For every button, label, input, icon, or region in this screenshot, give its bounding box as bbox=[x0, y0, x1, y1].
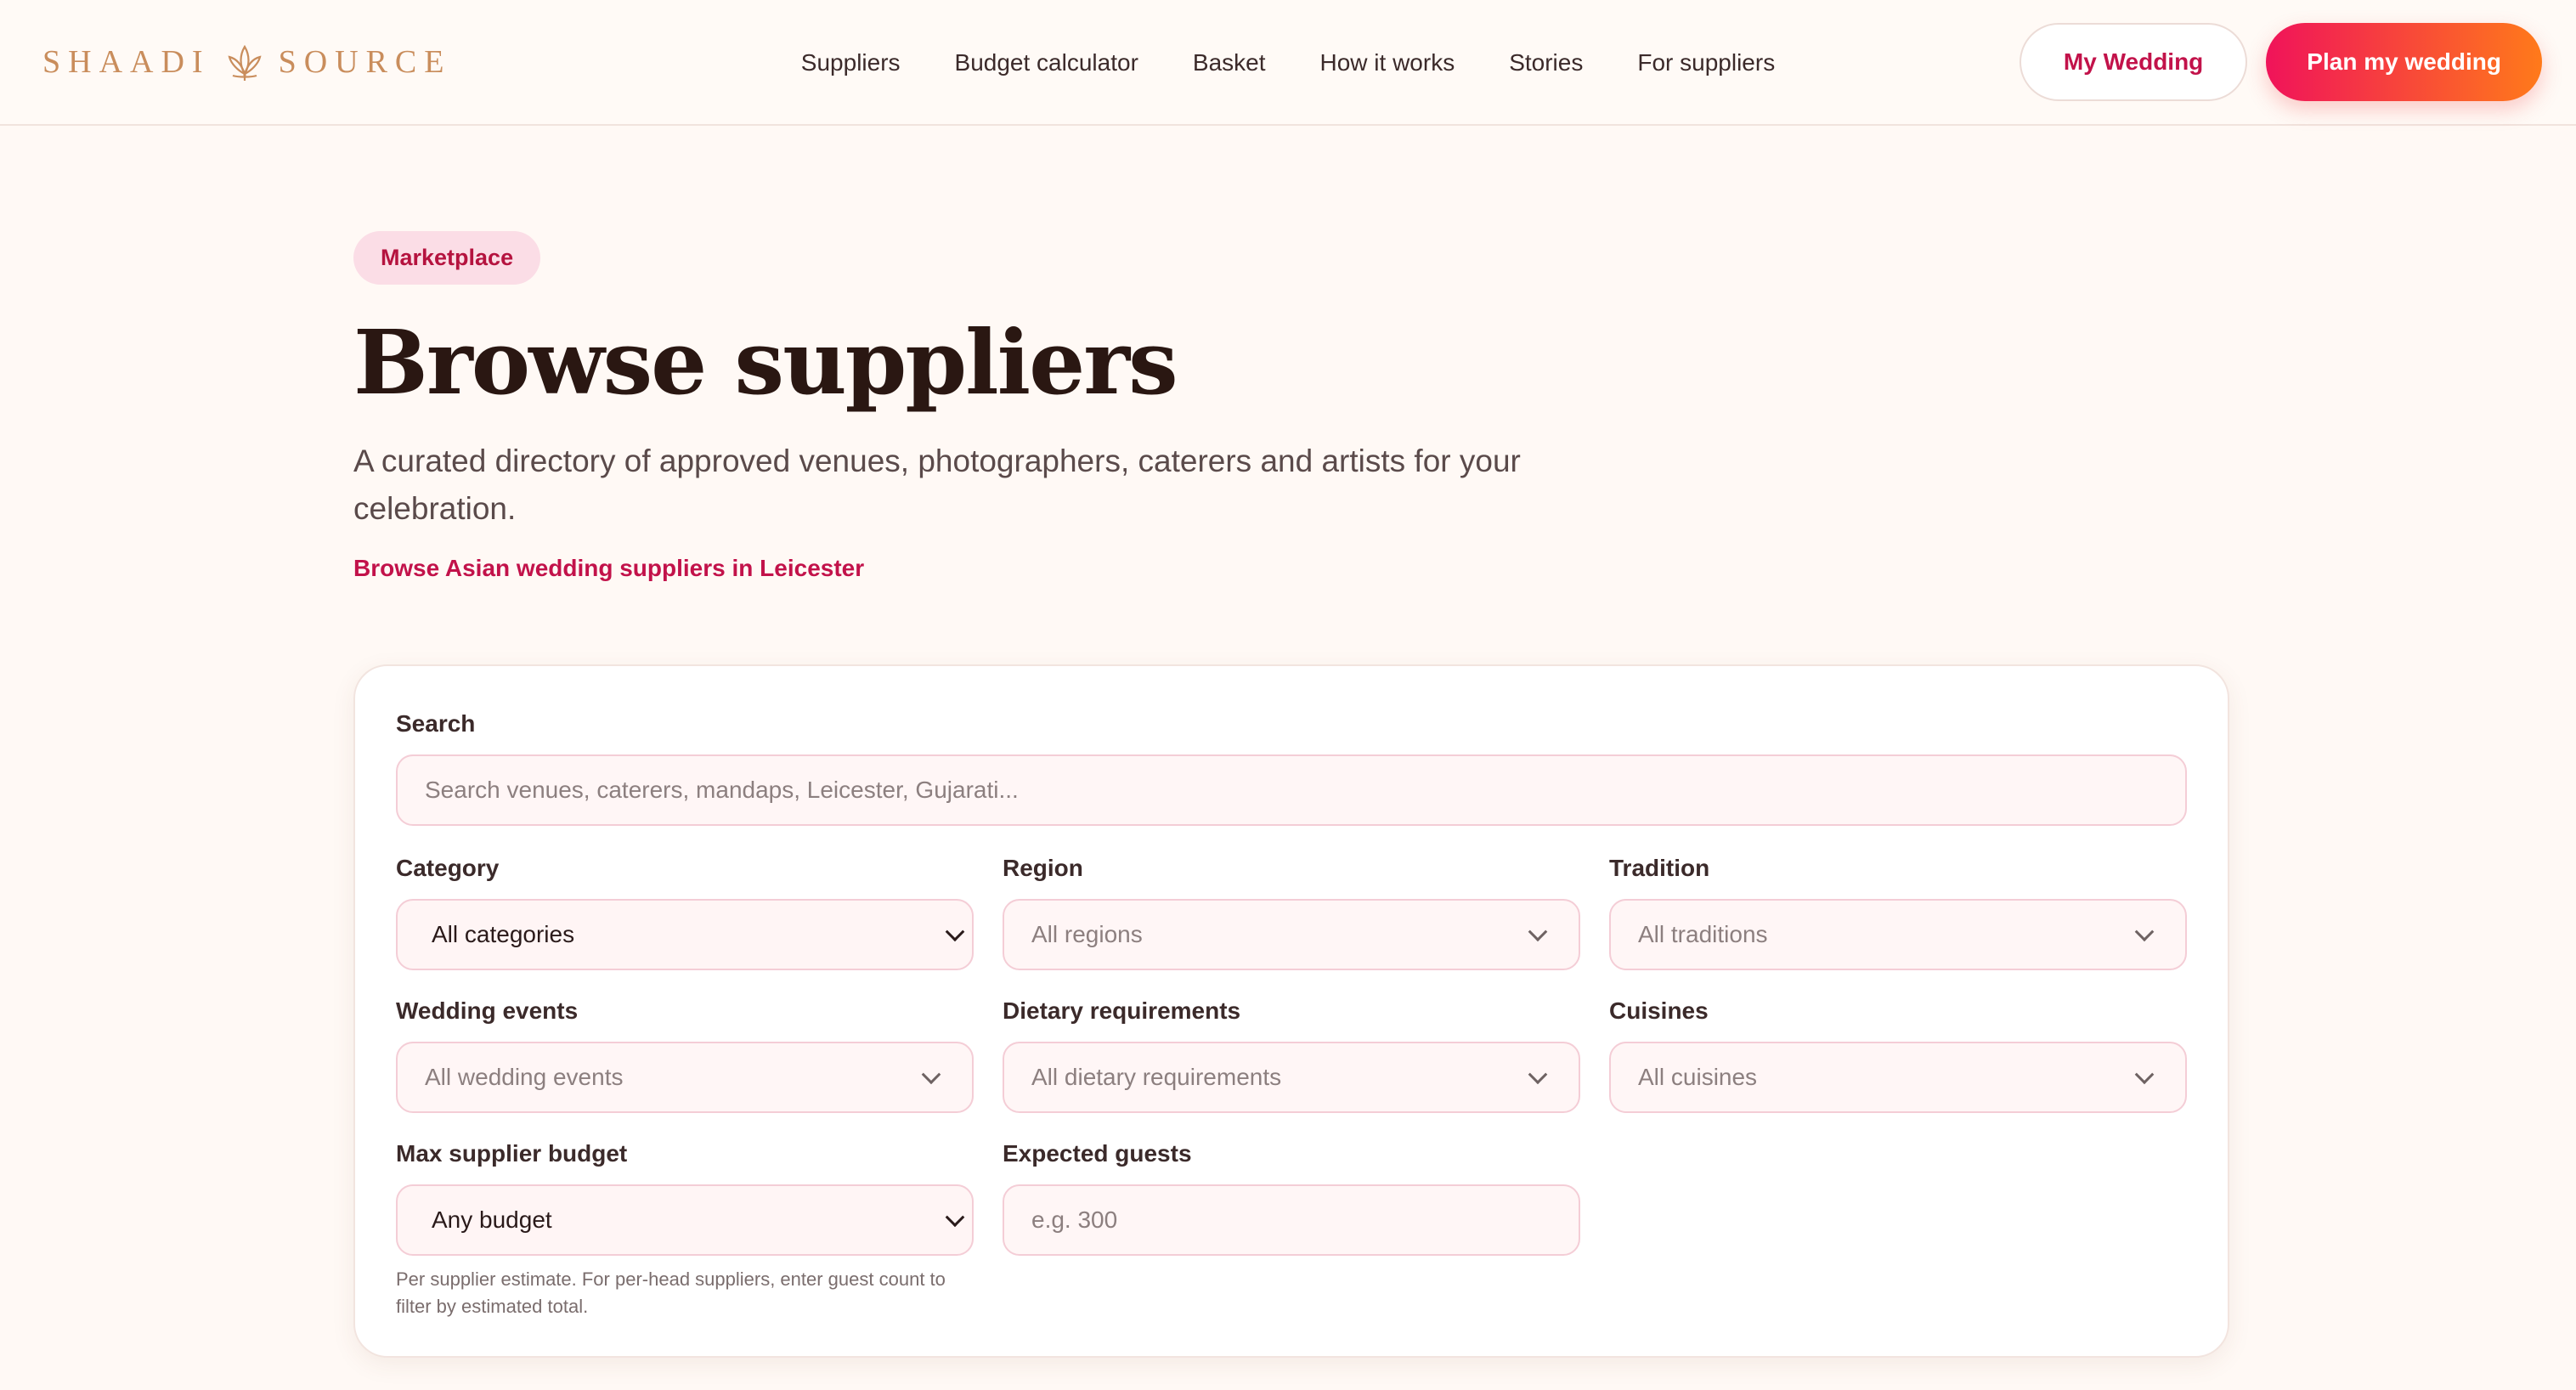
hero-section: Marketplace Browse suppliers A curated d… bbox=[353, 231, 1543, 582]
category-select[interactable]: All categories bbox=[396, 899, 974, 970]
page-title: Browse suppliers bbox=[353, 310, 1178, 415]
logo[interactable]: SHAADI SOURCE bbox=[42, 38, 451, 86]
region-group: Region All regions bbox=[1003, 855, 1580, 970]
marketplace-badge: Marketplace bbox=[353, 231, 541, 285]
nav-how-it-works[interactable]: How it works bbox=[1320, 49, 1455, 76]
budget-label: Max supplier budget bbox=[396, 1140, 628, 1167]
chevron-down-icon bbox=[945, 922, 965, 942]
filter-grid: Category All categories Region All regio… bbox=[396, 855, 2187, 1320]
wedding-events-group: Wedding events All wedding events bbox=[396, 997, 974, 1113]
search-input[interactable]: Search venues, caterers, mandaps, Leices… bbox=[396, 754, 2187, 826]
dietary-value: All dietary requirements bbox=[1031, 1064, 1282, 1090]
budget-help-text: Per supplier estimate. For per-head supp… bbox=[396, 1269, 946, 1317]
dietary-group: Dietary requirements All dietary require… bbox=[1003, 997, 1580, 1113]
filter-card: Search Search venues, caterers, mandaps,… bbox=[353, 664, 2229, 1358]
nav-budget-calculator[interactable]: Budget calculator bbox=[955, 49, 1138, 76]
region-label: Region bbox=[1003, 855, 1083, 881]
cuisines-select[interactable]: All cuisines bbox=[1609, 1042, 2187, 1113]
nav-stories[interactable]: Stories bbox=[1509, 49, 1583, 76]
chevron-down-icon bbox=[945, 1207, 965, 1228]
budget-group: Max supplier budget Any budget Per suppl… bbox=[396, 1140, 974, 1320]
chevron-down-icon bbox=[2134, 922, 2155, 942]
nav-suppliers[interactable]: Suppliers bbox=[801, 49, 901, 76]
wedding-events-value: All wedding events bbox=[425, 1064, 624, 1090]
guests-label: Expected guests bbox=[1003, 1140, 1192, 1167]
chevron-down-icon bbox=[1528, 922, 1548, 942]
logo-text-left: SHAADI bbox=[42, 44, 211, 80]
search-label: Search bbox=[396, 710, 476, 737]
nav-for-suppliers[interactable]: For suppliers bbox=[1637, 49, 1775, 76]
page: SHAADI SOURCE Suppliers Budget calculato… bbox=[0, 0, 2576, 1390]
header-actions: My Wedding Plan my wedding bbox=[2019, 23, 2542, 101]
wedding-events-label: Wedding events bbox=[396, 997, 579, 1024]
plan-my-wedding-button[interactable]: Plan my wedding bbox=[2266, 23, 2542, 101]
budget-value: Any budget bbox=[432, 1206, 552, 1233]
chevron-down-icon bbox=[921, 1065, 941, 1085]
cuisines-label: Cuisines bbox=[1609, 997, 1709, 1024]
dietary-select[interactable]: All dietary requirements bbox=[1003, 1042, 1580, 1113]
tradition-label: Tradition bbox=[1609, 855, 1710, 881]
tradition-value: All traditions bbox=[1638, 921, 1768, 947]
budget-select[interactable]: Any budget bbox=[396, 1184, 974, 1256]
site-header: SHAADI SOURCE Suppliers Budget calculato… bbox=[0, 0, 2576, 126]
category-group: Category All categories bbox=[396, 855, 974, 970]
lotus-icon bbox=[228, 44, 262, 81]
leicester-suppliers-link[interactable]: Browse Asian wedding suppliers in Leices… bbox=[353, 555, 864, 582]
page-subtitle: A curated directory of approved venues, … bbox=[353, 444, 1521, 526]
guests-group: Expected guests e.g. 300 bbox=[1003, 1140, 1580, 1320]
wedding-events-select[interactable]: All wedding events bbox=[396, 1042, 974, 1113]
cuisines-group: Cuisines All cuisines bbox=[1609, 997, 2187, 1113]
chevron-down-icon bbox=[2134, 1065, 2155, 1085]
tradition-group: Tradition All traditions bbox=[1609, 855, 2187, 970]
logo-text-right: SOURCE bbox=[278, 44, 452, 80]
cuisines-value: All cuisines bbox=[1638, 1064, 1758, 1090]
nav-basket[interactable]: Basket bbox=[1193, 49, 1266, 76]
category-label: Category bbox=[396, 855, 500, 881]
category-value: All categories bbox=[432, 921, 575, 947]
tradition-select[interactable]: All traditions bbox=[1609, 899, 2187, 970]
dietary-label: Dietary requirements bbox=[1003, 997, 1241, 1024]
chevron-down-icon bbox=[1528, 1065, 1548, 1085]
region-select[interactable]: All regions bbox=[1003, 899, 1580, 970]
guests-input[interactable]: e.g. 300 bbox=[1003, 1184, 1580, 1256]
region-value: All regions bbox=[1031, 921, 1143, 947]
my-wedding-button[interactable]: My Wedding bbox=[2019, 23, 2248, 101]
search-group: Search Search venues, caterers, mandaps,… bbox=[396, 710, 2187, 826]
